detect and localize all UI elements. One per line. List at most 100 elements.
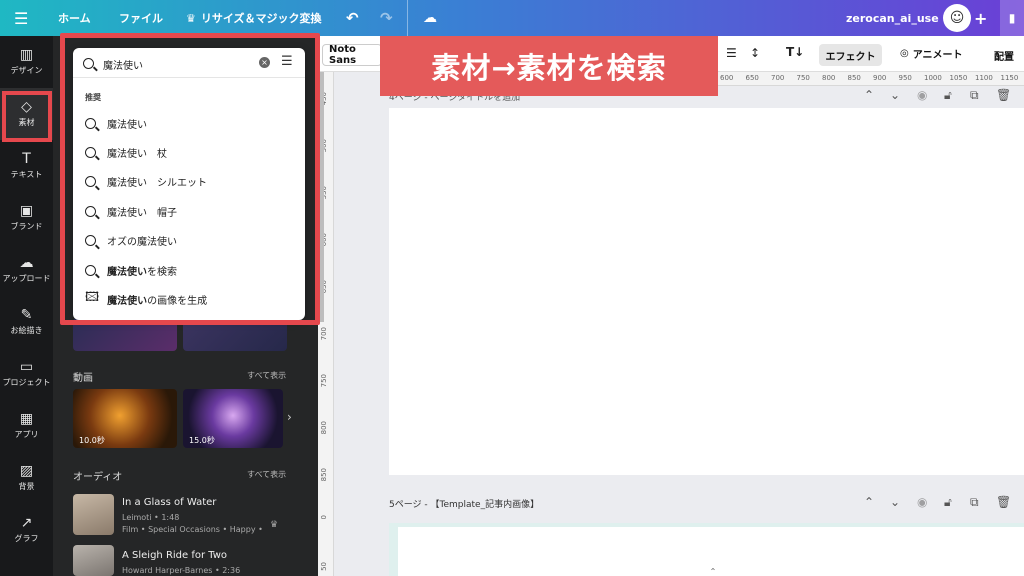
redo-icon[interactable]: ↷	[380, 0, 393, 36]
rail-item-label: ブランド	[10, 222, 43, 231]
effects-button[interactable]: エフェクト	[819, 44, 882, 66]
folder-icon: ▭	[19, 359, 34, 375]
rail-item-label: アップロード	[2, 274, 51, 283]
ruler-tick: 750	[796, 74, 810, 82]
undo-icon[interactable]: ↶	[346, 0, 359, 36]
ruler-tick: 800	[822, 74, 836, 82]
ruler-tick: 1050	[949, 74, 968, 82]
stats-icon[interactable]: ▮	[1000, 0, 1024, 36]
see-all-audio[interactable]: すべて表示	[247, 469, 286, 480]
ruler-tick: 850	[320, 468, 328, 482]
font-selector[interactable]: Noto Sans	[322, 44, 382, 66]
home-button[interactable]: ホーム	[58, 0, 91, 36]
crown-icon: ♛	[270, 520, 279, 530]
rail-item[interactable]: T テキスト	[0, 140, 53, 192]
upload-icon: ☁	[19, 255, 34, 271]
rail-item[interactable]: ▭ プロジェクト	[0, 348, 53, 400]
cloud-saved-icon[interactable]: ☁	[423, 0, 437, 36]
ruler-tick: 1000	[924, 74, 942, 82]
text-direction-icon[interactable]: T↓	[786, 45, 804, 59]
avatar[interactable]: ☺	[943, 4, 971, 32]
ruler-tick: 850	[847, 74, 861, 82]
animate-icon: ◎	[900, 48, 909, 59]
duplicate-icon[interactable]: ⧉	[970, 88, 979, 103]
rail-item-label: アプリ	[14, 430, 39, 439]
audio-thumbnail[interactable]	[73, 545, 114, 576]
background-icon: ▨	[19, 463, 34, 479]
audio-artist: Leimoti • 1:48	[122, 513, 180, 522]
file-menu[interactable]: ファイル	[119, 0, 163, 36]
audio-artist: Howard Harper-Barnes • 2:36	[122, 566, 241, 575]
lock-icon[interactable]: 🔓︎	[944, 88, 952, 103]
ruler-tick: 700	[771, 74, 785, 82]
chevron-up-icon[interactable]: ⌃	[864, 88, 874, 102]
rail-item[interactable]: ▣ ブランド	[0, 192, 53, 244]
ruler-tick: 750	[320, 374, 328, 388]
ruler-tick: 800	[320, 421, 328, 435]
audio-tags: Film • Special Occasions • Happy •	[122, 525, 263, 534]
rail-item[interactable]: ☁ アップロード	[0, 244, 53, 296]
chevron-down-icon[interactable]: ⌄	[890, 88, 900, 102]
brand-icon: ▣	[19, 203, 34, 219]
video-duration: 15.0秒	[189, 436, 215, 445]
draw-icon: ✎	[20, 307, 33, 323]
eye-icon[interactable]: ◉	[917, 88, 927, 102]
chevron-down-icon[interactable]: ⌄	[890, 495, 900, 509]
menu-icon[interactable]: ☰	[14, 0, 28, 36]
ruler-tick: 0	[320, 515, 328, 520]
ruler-tick: 950	[898, 74, 912, 82]
horizontal-ruler: 600 650 700 750 800 850 900 950 1000 1050 1100 1150	[718, 72, 1024, 86]
rail-item-label: デザイン	[10, 66, 43, 75]
text-icon: T	[22, 151, 31, 167]
position-button[interactable]: 配置	[994, 48, 1014, 63]
chevron-up-icon[interactable]: ⌃	[864, 495, 874, 509]
ruler-tick: 600	[720, 74, 734, 82]
rail-item-label: プロジェクト	[2, 378, 51, 387]
eye-icon[interactable]: ◉	[917, 495, 927, 509]
chart-icon: ↗	[20, 515, 33, 531]
trash-icon[interactable]: 🗑︎	[996, 88, 1011, 102]
see-all-videos[interactable]: すべて表示	[247, 370, 286, 381]
ruler-tick: 1150	[1000, 74, 1019, 82]
plus-icon[interactable]: +	[974, 0, 987, 36]
design-page[interactable]	[389, 108, 1024, 475]
audio-title[interactable]: In a Glass of Water	[122, 497, 216, 508]
ruler-tick: 700	[320, 327, 328, 341]
apps-icon: ▦	[19, 411, 34, 427]
ruler-tick: 900	[873, 74, 887, 82]
highlight-elements-tab	[2, 91, 52, 142]
ruler-tick: 50	[320, 562, 328, 571]
rail-item[interactable]: ✎ お絵描き	[0, 296, 53, 348]
list-icon[interactable]: ☰	[726, 46, 737, 60]
rail-item-label: テキスト	[10, 170, 43, 179]
divider	[407, 0, 408, 36]
audio-thumbnail[interactable]	[73, 494, 114, 535]
page-title[interactable]: 5ページ - 【Template_記事内画像】	[389, 497, 539, 510]
videos-heading: 動画	[73, 373, 93, 384]
animate-button[interactable]: ◎ アニメート	[900, 46, 963, 61]
trash-icon[interactable]: 🗑︎	[996, 495, 1011, 509]
video-duration: 10.0秒	[79, 436, 105, 445]
rail-item-label: グラフ	[14, 534, 39, 543]
expand-pages-icon[interactable]: ⌃	[688, 567, 738, 576]
rail-item[interactable]: ▦ アプリ	[0, 400, 53, 452]
crown-icon: ♛	[186, 11, 196, 25]
resize-button[interactable]: ♛ リサイズ＆マジック変換	[186, 0, 322, 36]
rail-item[interactable]: ▥ デザイン	[0, 36, 53, 88]
account-name[interactable]: zerocan_ai_use	[846, 0, 939, 36]
ruler-tick: 1100	[975, 74, 993, 82]
lock-icon[interactable]: 🔓︎	[944, 495, 952, 510]
layout-icon: ▥	[19, 47, 34, 63]
chevron-right-icon[interactable]: ›	[287, 410, 292, 424]
highlight-search-box	[60, 33, 320, 325]
rail-item-label: お絵描き	[10, 326, 43, 335]
audio-title[interactable]: A Sleigh Ride for Two	[122, 550, 227, 561]
duplicate-icon[interactable]: ⧉	[970, 495, 979, 510]
annotation-banner: 素材→素材を検索	[380, 36, 718, 96]
ruler-tick: 650	[745, 74, 759, 82]
rail-item-label: 背景	[18, 482, 35, 491]
audio-heading: オーディオ	[73, 472, 123, 483]
rail-item[interactable]: ↗ グラフ	[0, 504, 53, 556]
spacing-icon[interactable]: ↕	[750, 46, 760, 60]
rail-item[interactable]: ▨ 背景	[0, 452, 53, 504]
